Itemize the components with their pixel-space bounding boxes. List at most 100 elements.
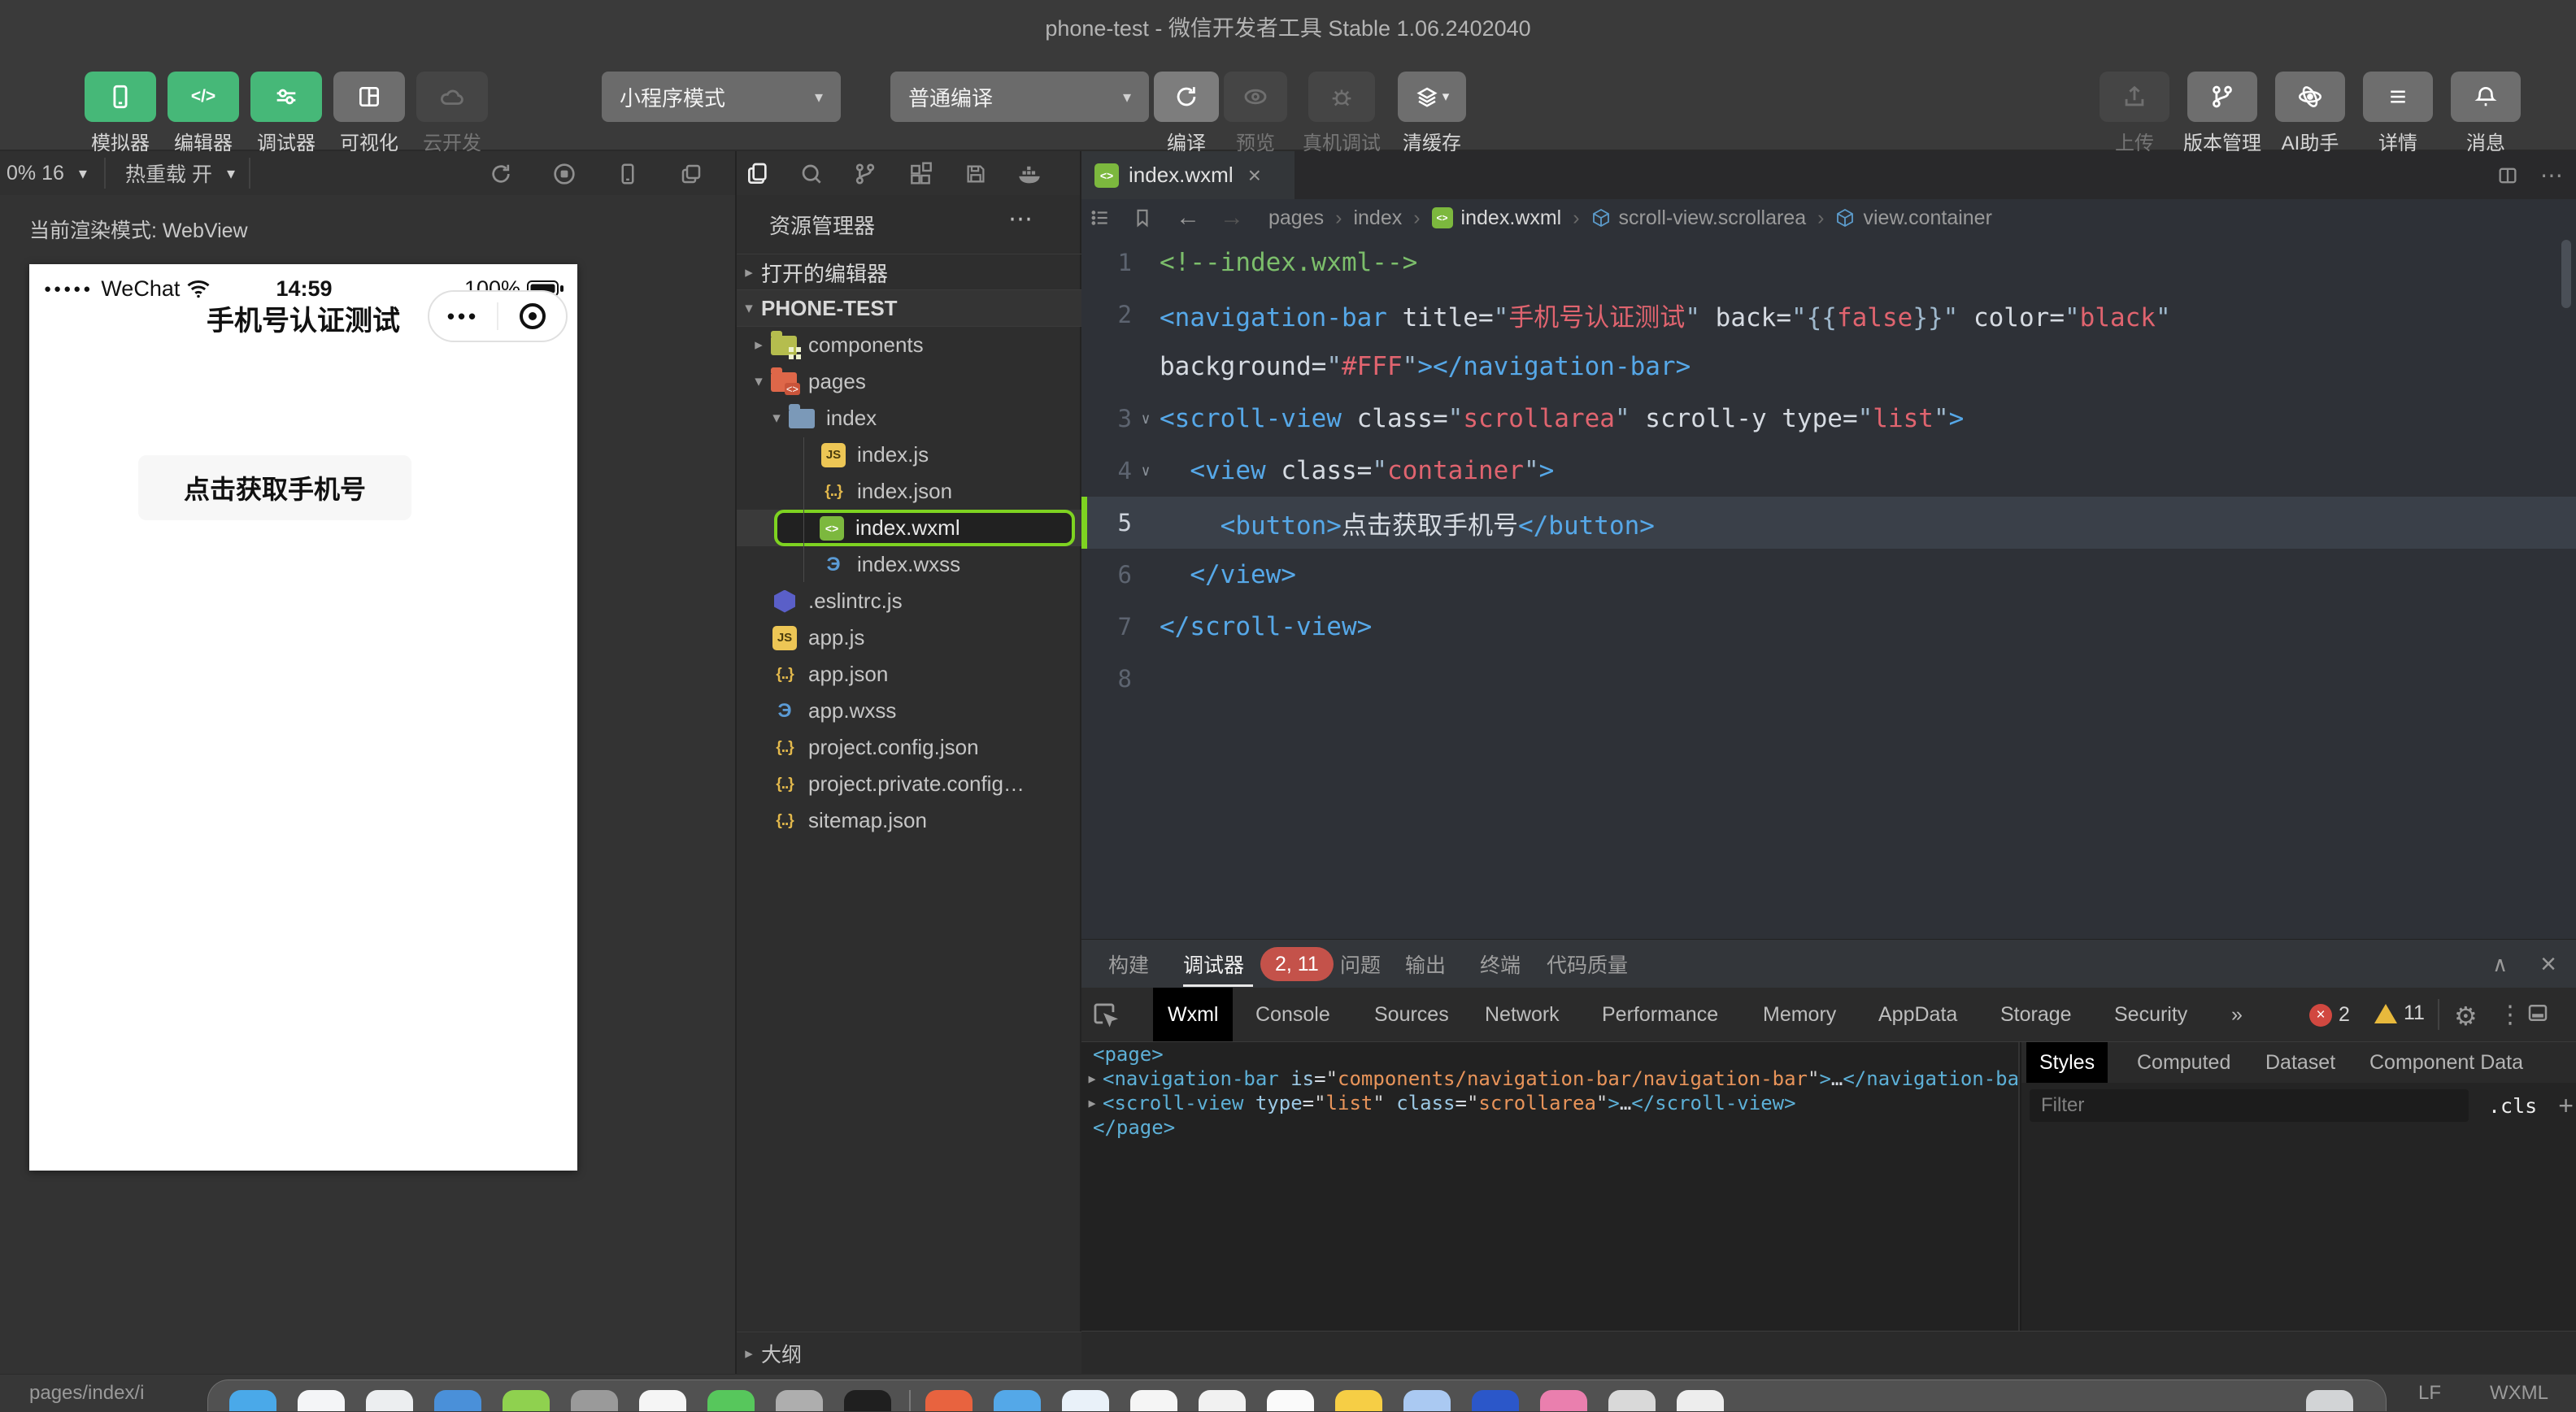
breadcrumb-pages[interactable]: pages — [1268, 206, 1324, 230]
split-editor-icon[interactable] — [2496, 164, 2519, 187]
dock-app-icon[interactable] — [1130, 1390, 1177, 1411]
dock-app-icon[interactable] — [298, 1390, 345, 1411]
dock-app-icon[interactable] — [229, 1390, 276, 1411]
dock-side-icon[interactable] — [2526, 1001, 2550, 1025]
devtools-tab-appdata[interactable]: AppData — [1864, 988, 1972, 1041]
fold-icon[interactable]: ∨ — [1132, 463, 1160, 480]
debugger-toggle-button[interactable] — [250, 72, 322, 122]
source-control-icon[interactable] — [849, 158, 881, 190]
editor-more-icon[interactable]: ⋯ — [2540, 162, 2565, 189]
visual-toggle-button[interactable] — [333, 72, 405, 122]
tab-component-data[interactable]: Component Data — [2356, 1042, 2536, 1083]
devtools-tabs-more[interactable]: » — [2217, 988, 2257, 1041]
wxml-inspector[interactable]: <page> ▶<navigation-bar is="components/n… — [1081, 1042, 2018, 1331]
more-menu-dots[interactable]: ••• — [429, 304, 497, 329]
tree-item-project-config[interactable]: project.config.json — [737, 729, 1081, 766]
tab-computed[interactable]: Computed — [2124, 1042, 2243, 1083]
back-icon[interactable]: ← — [1176, 204, 1200, 232]
details-button[interactable] — [2363, 72, 2433, 122]
dock-app-icon[interactable] — [503, 1390, 550, 1411]
trash-icon[interactable] — [2306, 1390, 2353, 1411]
tree-item-project-private-config[interactable]: project.private.config… — [737, 766, 1081, 802]
dock-app-icon[interactable] — [434, 1390, 481, 1411]
wxml-node[interactable]: ▶<scroll-view type="list" class="scrolla… — [1081, 1091, 2018, 1115]
dock-app-icon[interactable] — [1472, 1390, 1519, 1411]
expand-arrow-icon[interactable]: ▶ — [1081, 1071, 1103, 1086]
tab-problems[interactable]: 问题 — [1340, 940, 1381, 988]
project-root-section[interactable]: ▾ PHONE-TEST — [737, 289, 1081, 327]
gear-icon[interactable]: ⚙ — [2454, 1001, 2478, 1032]
compile-button[interactable] — [1154, 72, 1219, 122]
dock-app-icon[interactable] — [1540, 1390, 1587, 1411]
tree-item-components[interactable]: ▸ components — [737, 327, 1081, 363]
devtools-tab-memory[interactable]: Memory — [1748, 988, 1851, 1041]
get-phone-number-button[interactable]: 点击获取手机号 — [138, 455, 411, 520]
expand-arrow-icon[interactable]: ▶ — [1081, 1096, 1103, 1110]
editor-toggle-button[interactable]: </> — [168, 72, 239, 122]
tab-build[interactable]: 构建 — [1108, 940, 1149, 988]
stop-record-icon[interactable] — [548, 158, 581, 190]
devtools-tab-security[interactable]: Security — [2100, 988, 2202, 1041]
tab-dataset[interactable]: Dataset — [2252, 1042, 2348, 1083]
open-editors-section[interactable]: ▸ 打开的编辑器 — [737, 254, 1081, 290]
outline-list-icon[interactable] — [1090, 207, 1111, 228]
collapse-panel-icon[interactable]: ∧ — [2492, 952, 2508, 977]
messages-button[interactable] — [2451, 72, 2521, 122]
upload-button[interactable] — [2100, 72, 2169, 122]
dock-app-icon[interactable] — [707, 1390, 755, 1411]
devtools-tab-sources[interactable]: Sources — [1360, 988, 1464, 1041]
tree-item-index-wxss[interactable]: index.wxss — [737, 546, 1081, 583]
devtools-tab-console[interactable]: Console — [1241, 988, 1345, 1041]
tree-item-app-js[interactable]: app.js — [737, 619, 1081, 656]
devtools-tab-wxml[interactable]: Wxml — [1153, 988, 1233, 1041]
close-icon[interactable]: × — [1248, 163, 1261, 189]
docker-icon[interactable] — [1013, 158, 1046, 190]
tree-item-index-wxml-selected[interactable]: index.wxml — [737, 510, 1081, 546]
tree-item-index-folder[interactable]: ▾ index — [737, 400, 1081, 437]
search-icon[interactable] — [795, 158, 828, 190]
cloud-dev-button[interactable] — [416, 72, 488, 122]
bookmark-icon[interactable] — [1132, 207, 1153, 228]
capsule-menu[interactable]: ••• — [428, 290, 568, 342]
mode-select[interactable]: 小程序模式 ▾ — [602, 72, 841, 122]
status-language[interactable]: WXML — [2490, 1382, 2548, 1405]
dock-app-icon[interactable] — [1403, 1390, 1451, 1411]
styles-filter-input[interactable] — [2030, 1089, 2469, 1122]
tree-item-index-js[interactable]: index.js — [737, 437, 1081, 473]
dock-app-icon[interactable] — [1335, 1390, 1382, 1411]
compile-mode-select[interactable]: 普通编译 ▾ — [890, 72, 1149, 122]
dock-app-icon[interactable] — [844, 1390, 891, 1411]
tree-item-index-json[interactable]: index.json — [737, 473, 1081, 510]
version-control-button[interactable] — [2187, 72, 2257, 122]
wxml-node[interactable]: <page> — [1081, 1042, 2018, 1067]
status-eol[interactable]: LF — [2418, 1382, 2441, 1405]
error-counter[interactable]: × 2 — [2309, 1003, 2350, 1027]
clear-cache-button[interactable]: ▾ — [1398, 72, 1466, 122]
dock-app-icon[interactable] — [1677, 1390, 1724, 1411]
dock-app-icon[interactable] — [639, 1390, 686, 1411]
close-panel-icon[interactable]: × — [2540, 949, 2556, 980]
editor-scrollbar[interactable] — [2561, 240, 2571, 308]
code-editor[interactable]: 1<!--index.wxml--> 2<navigation-bar titl… — [1081, 237, 2576, 939]
tab-debugger[interactable]: 调试器 — [1183, 940, 1244, 988]
fold-icon[interactable]: ∨ — [1132, 411, 1160, 428]
dock-app-icon[interactable] — [1062, 1390, 1109, 1411]
dock-app-icon[interactable] — [1199, 1390, 1246, 1411]
dock-app-icon[interactable] — [366, 1390, 413, 1411]
add-style-button[interactable]: + — [2558, 1091, 2574, 1121]
tree-item-eslintrc[interactable]: .eslintrc.js — [737, 583, 1081, 619]
breadcrumb-index[interactable]: index — [1353, 206, 1402, 230]
dock-app-icon[interactable] — [776, 1390, 823, 1411]
warning-counter[interactable]: 11 — [2374, 1001, 2425, 1025]
device-debug-button[interactable] — [1308, 72, 1375, 122]
kebab-menu-icon[interactable]: ⋮ — [2498, 1001, 2522, 1029]
forward-icon[interactable]: → — [1220, 204, 1244, 232]
ai-assistant-button[interactable] — [2275, 72, 2345, 122]
breadcrumb-file[interactable]: index.wxml — [1461, 206, 1562, 230]
devtools-tab-storage[interactable]: Storage — [1986, 988, 2086, 1041]
zoom-select[interactable]: 0% 16 ▾ — [7, 151, 87, 195]
devtools-tab-performance[interactable]: Performance — [1587, 988, 1733, 1041]
tree-item-app-json[interactable]: app.json — [737, 656, 1081, 693]
preview-button[interactable] — [1224, 72, 1287, 122]
tree-item-pages[interactable]: ▾ <> pages — [737, 363, 1081, 400]
